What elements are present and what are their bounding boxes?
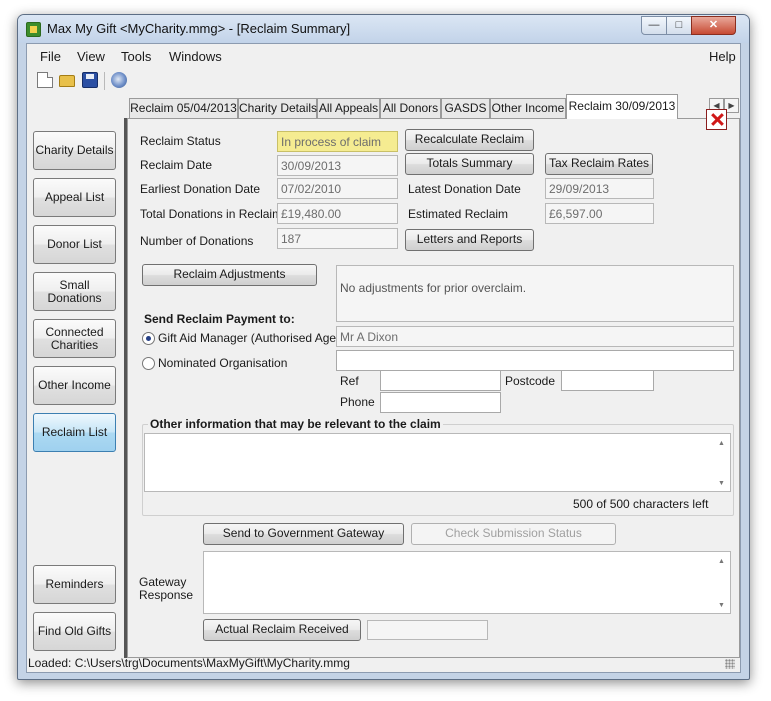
- menu-windows[interactable]: Windows: [169, 49, 222, 64]
- sidebar-appeal-list[interactable]: Appeal List: [33, 178, 116, 217]
- number-of-donations-field: 187: [277, 228, 398, 249]
- globe-icon[interactable]: [111, 72, 127, 88]
- actual-reclaim-received-button[interactable]: Actual Reclaim Received: [203, 619, 361, 641]
- window-title: Max My Gift <MyCharity.mmg> - [Reclaim S…: [47, 21, 351, 36]
- sidebar-connected-charities[interactable]: Connected Charities: [33, 319, 116, 358]
- ref-input[interactable]: [380, 370, 501, 391]
- tab-reclaim-30-09-2013[interactable]: Reclaim 30/09/2013: [566, 94, 678, 119]
- actual-reclaim-field: [367, 620, 488, 640]
- toolbar-separator: [104, 72, 105, 90]
- radio-nominated-organisation[interactable]: [142, 357, 155, 370]
- adjustments-note-field: No adjustments for prior overclaim.: [336, 265, 734, 322]
- status-bar: Loaded: C:\Users\trg\Documents\MaxMyGift…: [26, 656, 739, 670]
- other-info-scrollbar[interactable]: ▲ ▼: [714, 434, 730, 491]
- reclaim-adjustments-button[interactable]: Reclaim Adjustments: [142, 264, 317, 286]
- tab-reclaim-05-04-2013[interactable]: Reclaim 05/04/2013: [129, 98, 238, 118]
- menu-view[interactable]: View: [77, 49, 105, 64]
- menu-bar: File View Tools Windows Help: [27, 44, 740, 68]
- menu-file[interactable]: File: [40, 49, 61, 64]
- total-donations-field: £19,480.00: [277, 203, 398, 224]
- other-info-heading: Other information that may be relevant t…: [148, 417, 443, 431]
- tab-all-donors[interactable]: All Donors: [380, 98, 441, 118]
- phone-input[interactable]: [380, 392, 501, 413]
- gateway-response-label: Gateway Response: [139, 575, 194, 602]
- agent-name-field: Mr A Dixon: [336, 326, 734, 347]
- sidebar-reminders[interactable]: Reminders: [33, 565, 116, 604]
- letters-and-reports-button[interactable]: Letters and Reports: [405, 229, 534, 251]
- title-bar[interactable]: Max My Gift <MyCharity.mmg> - [Reclaim S…: [18, 15, 749, 43]
- maximize-button[interactable]: □: [666, 16, 692, 35]
- resize-grip-icon[interactable]: [725, 659, 735, 669]
- save-disk-icon[interactable]: [82, 72, 98, 88]
- number-of-donations-label: Number of Donations: [140, 234, 254, 248]
- phone-label: Phone: [340, 395, 375, 409]
- reclaim-date-field: 30/09/2013: [277, 155, 398, 176]
- characters-left-counter: 500 of 500 characters left: [573, 497, 709, 511]
- radio-authorised-agent[interactable]: [142, 332, 155, 345]
- window-close-button[interactable]: ✕: [691, 16, 736, 35]
- postcode-label: Postcode: [505, 374, 556, 388]
- latest-donation-label: Latest Donation Date: [408, 182, 521, 196]
- tab-strip: Reclaim 05/04/2013 Charity Details All A…: [27, 94, 740, 119]
- sidebar-reclaim-list[interactable]: Reclaim List: [33, 413, 116, 452]
- menu-help[interactable]: Help: [709, 49, 736, 64]
- reclaim-status-label: Reclaim Status: [140, 134, 221, 148]
- sidebar-find-old-gifts[interactable]: Find Old Gifts: [33, 612, 116, 651]
- estimated-reclaim-field: £6,597.00: [545, 203, 654, 224]
- earliest-donation-label: Earliest Donation Date: [140, 182, 261, 196]
- minimize-button[interactable]: —: [641, 16, 667, 35]
- estimated-reclaim-label: Estimated Reclaim: [408, 207, 509, 221]
- other-info-textarea[interactable]: ▲ ▼: [144, 433, 731, 492]
- tab-other-income[interactable]: Other Income: [490, 98, 566, 118]
- recalculate-reclaim-button[interactable]: Recalculate Reclaim: [405, 129, 534, 151]
- status-text: Loaded: C:\Users\trg\Documents\MaxMyGift…: [28, 656, 350, 670]
- totals-summary-button[interactable]: Totals Summary: [405, 153, 534, 175]
- close-tab-icon[interactable]: [706, 109, 727, 130]
- tax-reclaim-rates-button[interactable]: Tax Reclaim Rates: [545, 153, 653, 175]
- earliest-donation-field: 07/02/2010: [277, 178, 398, 199]
- app-logo-icon: [26, 22, 41, 37]
- send-to-gateway-button[interactable]: Send to Government Gateway: [203, 523, 404, 545]
- check-submission-status-button[interactable]: Check Submission Status: [411, 523, 616, 545]
- reclaim-date-label: Reclaim Date: [140, 158, 213, 172]
- sidebar-small-donations[interactable]: Small Donations: [33, 272, 116, 311]
- sidebar-donor-list[interactable]: Donor List: [33, 225, 116, 264]
- tab-gasds[interactable]: GASDS: [441, 98, 490, 118]
- open-folder-icon[interactable]: [59, 75, 75, 87]
- tab-charity-details[interactable]: Charity Details: [238, 98, 317, 118]
- sidebar-charity-details[interactable]: Charity Details: [33, 131, 116, 170]
- nominated-organisation-label[interactable]: Nominated Organisation: [158, 356, 287, 370]
- postcode-input[interactable]: [561, 370, 654, 391]
- gateway-response-scrollbar[interactable]: ▲ ▼: [714, 552, 730, 613]
- sidebar-other-income[interactable]: Other Income: [33, 366, 116, 405]
- app-window: Max My Gift <MyCharity.mmg> - [Reclaim S…: [17, 14, 750, 680]
- authorised-agent-label[interactable]: Gift Aid Manager (Authorised Agent): [158, 331, 350, 345]
- toolbar: [27, 70, 740, 92]
- gateway-response-textarea[interactable]: ▲ ▼: [203, 551, 731, 614]
- new-file-icon[interactable]: [37, 72, 53, 88]
- tab-all-appeals[interactable]: All Appeals: [317, 98, 380, 118]
- nominated-organisation-input[interactable]: [336, 350, 734, 371]
- total-donations-label: Total Donations in Reclaim: [140, 207, 283, 221]
- reclaim-status-field: In process of claim: [277, 131, 398, 152]
- ref-label: Ref: [340, 374, 359, 388]
- send-payment-heading: Send Reclaim Payment to:: [144, 312, 295, 326]
- latest-donation-field: 29/09/2013: [545, 178, 654, 199]
- menu-tools[interactable]: Tools: [121, 49, 151, 64]
